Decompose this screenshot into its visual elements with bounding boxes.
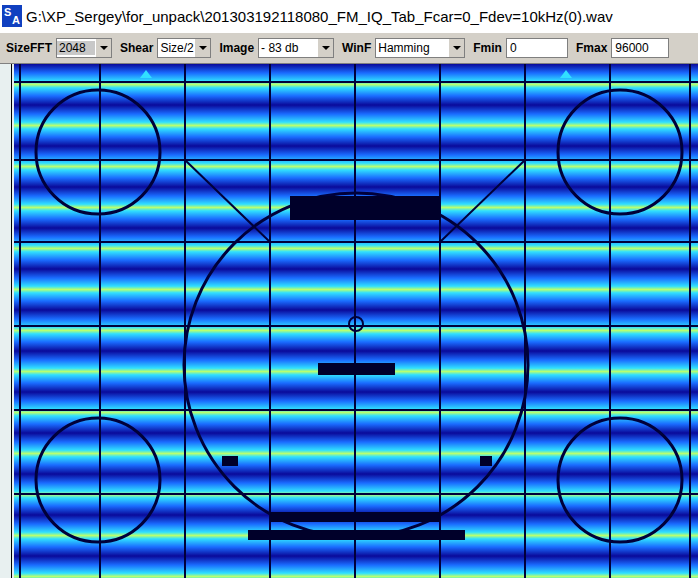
dropdown-arrow-icon[interactable] [194,39,210,57]
title-bar: SAG:\XP_Sergey\for_unpack\20130319211808… [0,0,698,32]
control-label: Fmin [473,41,502,55]
control-label: SizeFFT [6,41,52,55]
control-label: Image [219,41,254,55]
analyzer-window: SAG:\XP_Sergey\for_unpack\20130319211808… [0,0,698,578]
app-logo-icon: SA [2,5,22,27]
toolbar-control: SizeFFT 2048 [6,38,112,58]
dropdown-arrow-icon[interactable] [448,39,464,57]
control-label: Fmax [576,41,607,55]
dropdown[interactable]: 2048 [56,38,112,58]
spectrogram-image [14,64,698,578]
spectrogram-area [0,64,698,578]
dropdown-arrow-icon[interactable] [95,39,111,57]
dropdown[interactable]: Hamming [375,38,465,58]
text-field[interactable]: 0 [506,38,568,58]
toolbar-control: Image - 83 db [219,38,334,58]
dropdown[interactable]: - 83 db [258,38,334,58]
control-label: WinF [342,41,371,55]
text-field[interactable]: 96000 [611,38,669,58]
toolbar-control: Shear Size/2 [120,38,211,58]
toolbar-control: Fmax 96000 [576,38,669,58]
dropdown[interactable]: Size/2 [157,38,211,58]
left-ruler [0,64,14,578]
window-title: G:\XP_Sergey\for_unpack\201303192118080_… [26,8,613,25]
toolbar-control: Fmin 0 [473,38,568,58]
toolbar-control: WinF Hamming [342,38,465,58]
control-label: Shear [120,41,153,55]
toolbar: SizeFFT 2048 Shear Size/2 Image - 83 db WinF Ha… [0,32,698,64]
dropdown-arrow-icon[interactable] [317,39,333,57]
